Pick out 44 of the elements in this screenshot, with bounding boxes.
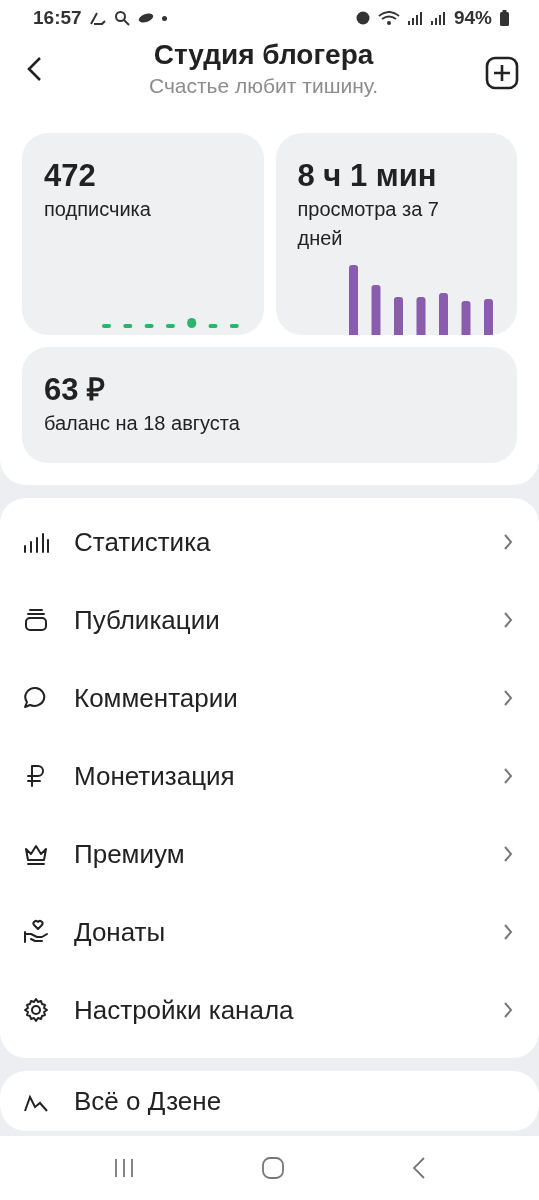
stat-value: 472 [44, 157, 97, 195]
chevron-icon [503, 767, 513, 785]
menu-item[interactable]: Премиум [0, 815, 539, 893]
recent-apps-icon[interactable] [113, 1157, 136, 1179]
dot-icon [161, 15, 167, 21]
stat-label: подписчика [44, 197, 152, 222]
stat-card[interactable]: 8 ч 1 мин просмотра за 7 дней [275, 133, 517, 335]
chevron-icon [503, 611, 513, 629]
chevron-icon [503, 923, 513, 941]
menu-item[interactable]: Донаты [0, 893, 539, 971]
stat-card[interactable]: 472 подписчика [22, 133, 264, 335]
wifi-icon [377, 11, 400, 25]
chevron-icon [503, 689, 513, 707]
balance-card[interactable]: 63 ₽ баланс на 18 августа [22, 347, 517, 463]
balance-value: 63 ₽ [44, 371, 107, 409]
page-subtitle: Счастье любит тишину. [147, 73, 380, 99]
stat-label: просмотра за 7 дней [297, 197, 440, 251]
stack-icon [22, 606, 50, 634]
battery-percent: 94% [453, 7, 492, 29]
menu-item[interactable]: Настройки канала [0, 971, 539, 1049]
leaf-icon [137, 13, 154, 23]
chevron-icon [503, 533, 513, 551]
page-title: Студия блогера [152, 38, 375, 72]
home-icon[interactable] [261, 1156, 286, 1180]
balance-label: баланс на 18 августа [44, 411, 241, 436]
hand-heart-icon [22, 918, 50, 946]
signal-icon [407, 11, 423, 25]
chevron-icon [503, 1001, 513, 1019]
pen-icon [89, 11, 106, 25]
menu-item[interactable]: Комментарии [0, 659, 539, 737]
menu-item[interactable]: Публикации [0, 581, 539, 659]
add-button[interactable] [485, 56, 519, 90]
chevron-icon [503, 845, 513, 863]
back-icon[interactable] [411, 1156, 426, 1180]
menu-item[interactable]: Статистика [0, 503, 539, 581]
search-icon [113, 10, 130, 26]
stat-value: 8 ч 1 мин [297, 157, 438, 195]
gear-icon [22, 996, 50, 1024]
status-time: 16:57 [33, 7, 82, 29]
menu-item[interactable]: Монетизация [0, 737, 539, 815]
menu-item[interactable]: Всё о Дзене [0, 1071, 539, 1131]
signal-icon [430, 11, 446, 25]
back-button[interactable] [26, 56, 42, 82]
battery-icon [500, 10, 509, 26]
